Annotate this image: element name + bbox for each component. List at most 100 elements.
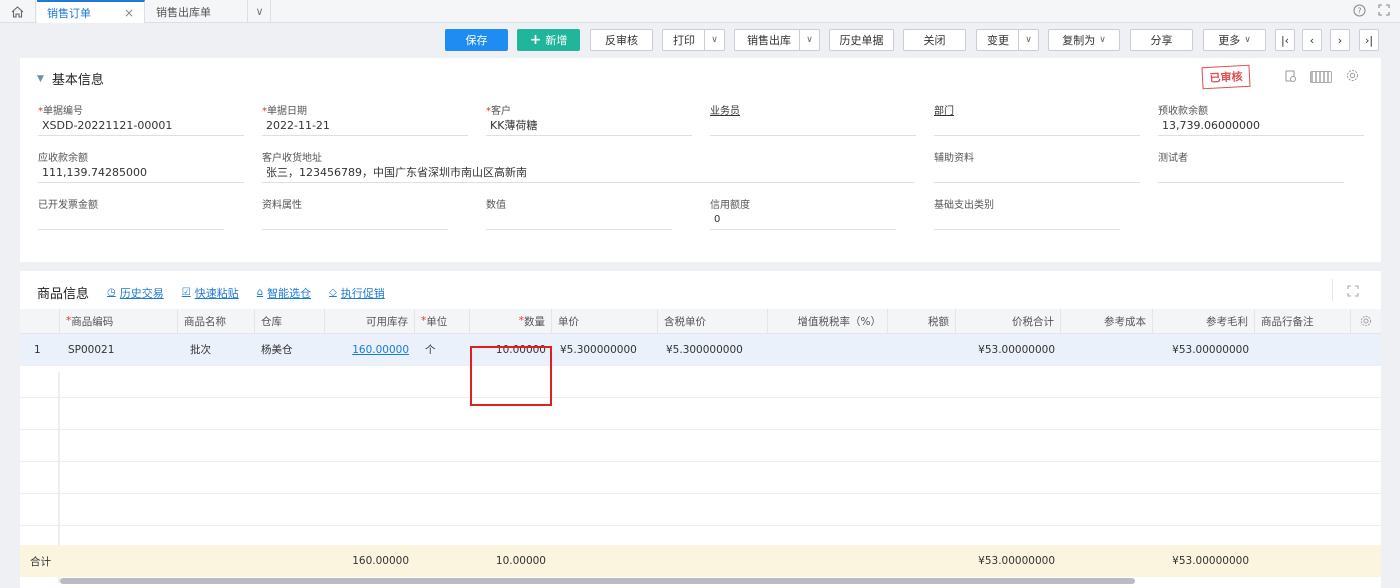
- col-code[interactable]: * 商品编码: [60, 309, 178, 333]
- quick-paste-link[interactable]: ☑ 快速粘贴: [182, 285, 239, 301]
- save-button[interactable]: 保存: [445, 29, 508, 51]
- cell-warehouse[interactable]: 杨美仓: [255, 334, 325, 365]
- cell-price[interactable]: ¥5.300000000: [552, 334, 658, 365]
- tester-value[interactable]: [1158, 163, 1344, 183]
- chevron-down-icon[interactable]: ∨: [249, 0, 271, 23]
- prev-record-button[interactable]: ‹: [1302, 29, 1322, 51]
- aux-value[interactable]: [934, 163, 1140, 183]
- sales-out-button[interactable]: 销售出库 ∨: [734, 29, 820, 51]
- credit-field[interactable]: 信用额度 0: [710, 196, 896, 230]
- table-row[interactable]: [20, 494, 1381, 526]
- change-button[interactable]: 变更 ∨: [976, 29, 1039, 51]
- gear-icon[interactable]: [1346, 69, 1359, 85]
- collapse-icon[interactable]: ▼: [37, 74, 44, 84]
- gear-icon[interactable]: [1351, 309, 1381, 333]
- doc-no-value[interactable]: XSDD-20221121-00001: [38, 116, 244, 136]
- attr-field[interactable]: 资料属性: [262, 196, 448, 230]
- field-label: 辅助资料: [934, 153, 974, 164]
- document-icon[interactable]: [1285, 70, 1296, 85]
- tab-sales-order[interactable]: 销售订单 ×: [37, 0, 145, 23]
- unaudit-button[interactable]: 反审核: [590, 29, 653, 51]
- credit-value[interactable]: 0: [710, 210, 896, 230]
- keyboard-icon[interactable]: [1310, 71, 1332, 83]
- basic-info-header[interactable]: ▼ 基本信息: [37, 69, 104, 88]
- chevron-down-icon[interactable]: ∨: [704, 30, 724, 50]
- table-row[interactable]: 1 SP00021 批次 杨美仓 160.00000 个 10.00000 ¥5…: [20, 334, 1381, 366]
- cell-stock[interactable]: 160.00000: [325, 334, 415, 365]
- expense-type-field[interactable]: 基础支出类别: [934, 196, 1120, 230]
- cell-code[interactable]: SP00021: [60, 334, 178, 365]
- close-icon[interactable]: ×: [124, 6, 134, 20]
- history-trade-link[interactable]: ◷ 历史交易: [107, 285, 164, 301]
- smart-warehouse-link[interactable]: ⌂ 智能选仓: [257, 285, 311, 301]
- next-record-button[interactable]: ›: [1330, 29, 1350, 51]
- table-row[interactable]: [20, 462, 1381, 494]
- col-remark[interactable]: 商品行备注: [1255, 309, 1351, 333]
- numeric-value[interactable]: [486, 210, 672, 230]
- cell-total[interactable]: ¥53.00000000: [956, 334, 1061, 365]
- add-button[interactable]: + 新增: [517, 29, 580, 51]
- stock-link[interactable]: 160.00000: [352, 344, 409, 356]
- share-button[interactable]: 分享: [1130, 29, 1193, 51]
- expense-type-value[interactable]: [934, 210, 1120, 230]
- history-button[interactable]: 历史单据: [829, 29, 894, 51]
- aux-field[interactable]: 辅助资料: [934, 149, 1140, 183]
- doc-date-field[interactable]: *单据日期 2022-11-21: [262, 102, 468, 136]
- cell-tax-rate[interactable]: [768, 334, 888, 365]
- qty-highlight-box: [470, 346, 552, 406]
- tester-field[interactable]: 测试者: [1158, 149, 1344, 183]
- chevron-down-icon[interactable]: ∨: [1018, 30, 1038, 50]
- col-ref-cost[interactable]: 参考成本: [1061, 309, 1153, 333]
- address-field[interactable]: 客户收货地址 张三，123456789，中国广东省深圳市南山区高新南: [262, 149, 914, 183]
- expand-icon[interactable]: [1347, 285, 1359, 300]
- col-warehouse[interactable]: 仓库: [255, 309, 325, 333]
- tab-sales-outbound[interactable]: 销售出库单: [146, 0, 248, 23]
- address-value[interactable]: 张三，123456789，中国广东省深圳市南山区高新南: [262, 163, 914, 183]
- doc-no-field[interactable]: *单据编号 XSDD-20221121-00001: [38, 102, 244, 136]
- attr-value[interactable]: [262, 210, 448, 230]
- chevron-down-icon[interactable]: ∨: [799, 30, 819, 50]
- more-button[interactable]: 更多 ∨: [1203, 29, 1266, 51]
- customer-field[interactable]: *客户 KK薄荷糖: [486, 102, 692, 136]
- last-record-button[interactable]: ›|: [1359, 29, 1379, 51]
- col-total[interactable]: 价税合计: [956, 309, 1061, 333]
- cell-name[interactable]: 批次: [178, 334, 255, 365]
- close-button[interactable]: 关闭: [903, 29, 966, 51]
- table-row[interactable]: [20, 398, 1381, 430]
- dept-label[interactable]: 部门: [934, 102, 1140, 117]
- col-qty[interactable]: * 数量: [470, 309, 552, 333]
- fullscreen-icon[interactable]: [1378, 4, 1390, 20]
- salesman-value[interactable]: [710, 116, 916, 136]
- cell-tax-price[interactable]: ¥5.300000000: [658, 334, 768, 365]
- col-tax-rate[interactable]: 增值税税率（%）: [768, 309, 888, 333]
- cell-unit[interactable]: 个: [415, 334, 470, 365]
- doc-date-value[interactable]: 2022-11-21: [262, 116, 468, 136]
- cell-remark[interactable]: [1255, 334, 1351, 365]
- col-tax[interactable]: 税额: [888, 309, 956, 333]
- col-ref-profit[interactable]: 参考毛利: [1153, 309, 1255, 333]
- totals-row: 合计 160.00000 10.00000 ¥53.00000000 ¥53.0…: [20, 545, 1381, 577]
- cell-tax[interactable]: [888, 334, 956, 365]
- col-name[interactable]: 商品名称: [178, 309, 255, 333]
- print-button[interactable]: 打印 ∨: [662, 29, 725, 51]
- dept-value[interactable]: [934, 116, 1140, 136]
- first-record-button[interactable]: |‹: [1275, 29, 1295, 51]
- horizontal-scrollbar[interactable]: [60, 578, 1135, 584]
- col-stock[interactable]: 可用库存: [325, 309, 415, 333]
- invoiced-field[interactable]: 已开发票金额: [38, 196, 224, 230]
- numeric-field[interactable]: 数值: [486, 196, 672, 230]
- dept-field[interactable]: 部门: [934, 102, 1140, 136]
- salesman-field[interactable]: 业务员: [710, 102, 916, 136]
- copy-as-button[interactable]: 复制为 ∨: [1048, 29, 1120, 51]
- home-icon[interactable]: [0, 0, 36, 23]
- invoiced-value[interactable]: [38, 210, 224, 230]
- promotion-link[interactable]: ◇ 执行促销: [329, 285, 385, 301]
- col-unit[interactable]: * 单位: [415, 309, 470, 333]
- table-row[interactable]: [20, 430, 1381, 462]
- col-price[interactable]: 单价: [552, 309, 658, 333]
- table-row[interactable]: [20, 366, 1381, 398]
- help-icon[interactable]: ?: [1353, 4, 1366, 20]
- customer-value[interactable]: KK薄荷糖: [486, 116, 692, 136]
- salesman-label[interactable]: 业务员: [710, 102, 916, 117]
- col-tax-price[interactable]: 含税单价: [658, 309, 768, 333]
